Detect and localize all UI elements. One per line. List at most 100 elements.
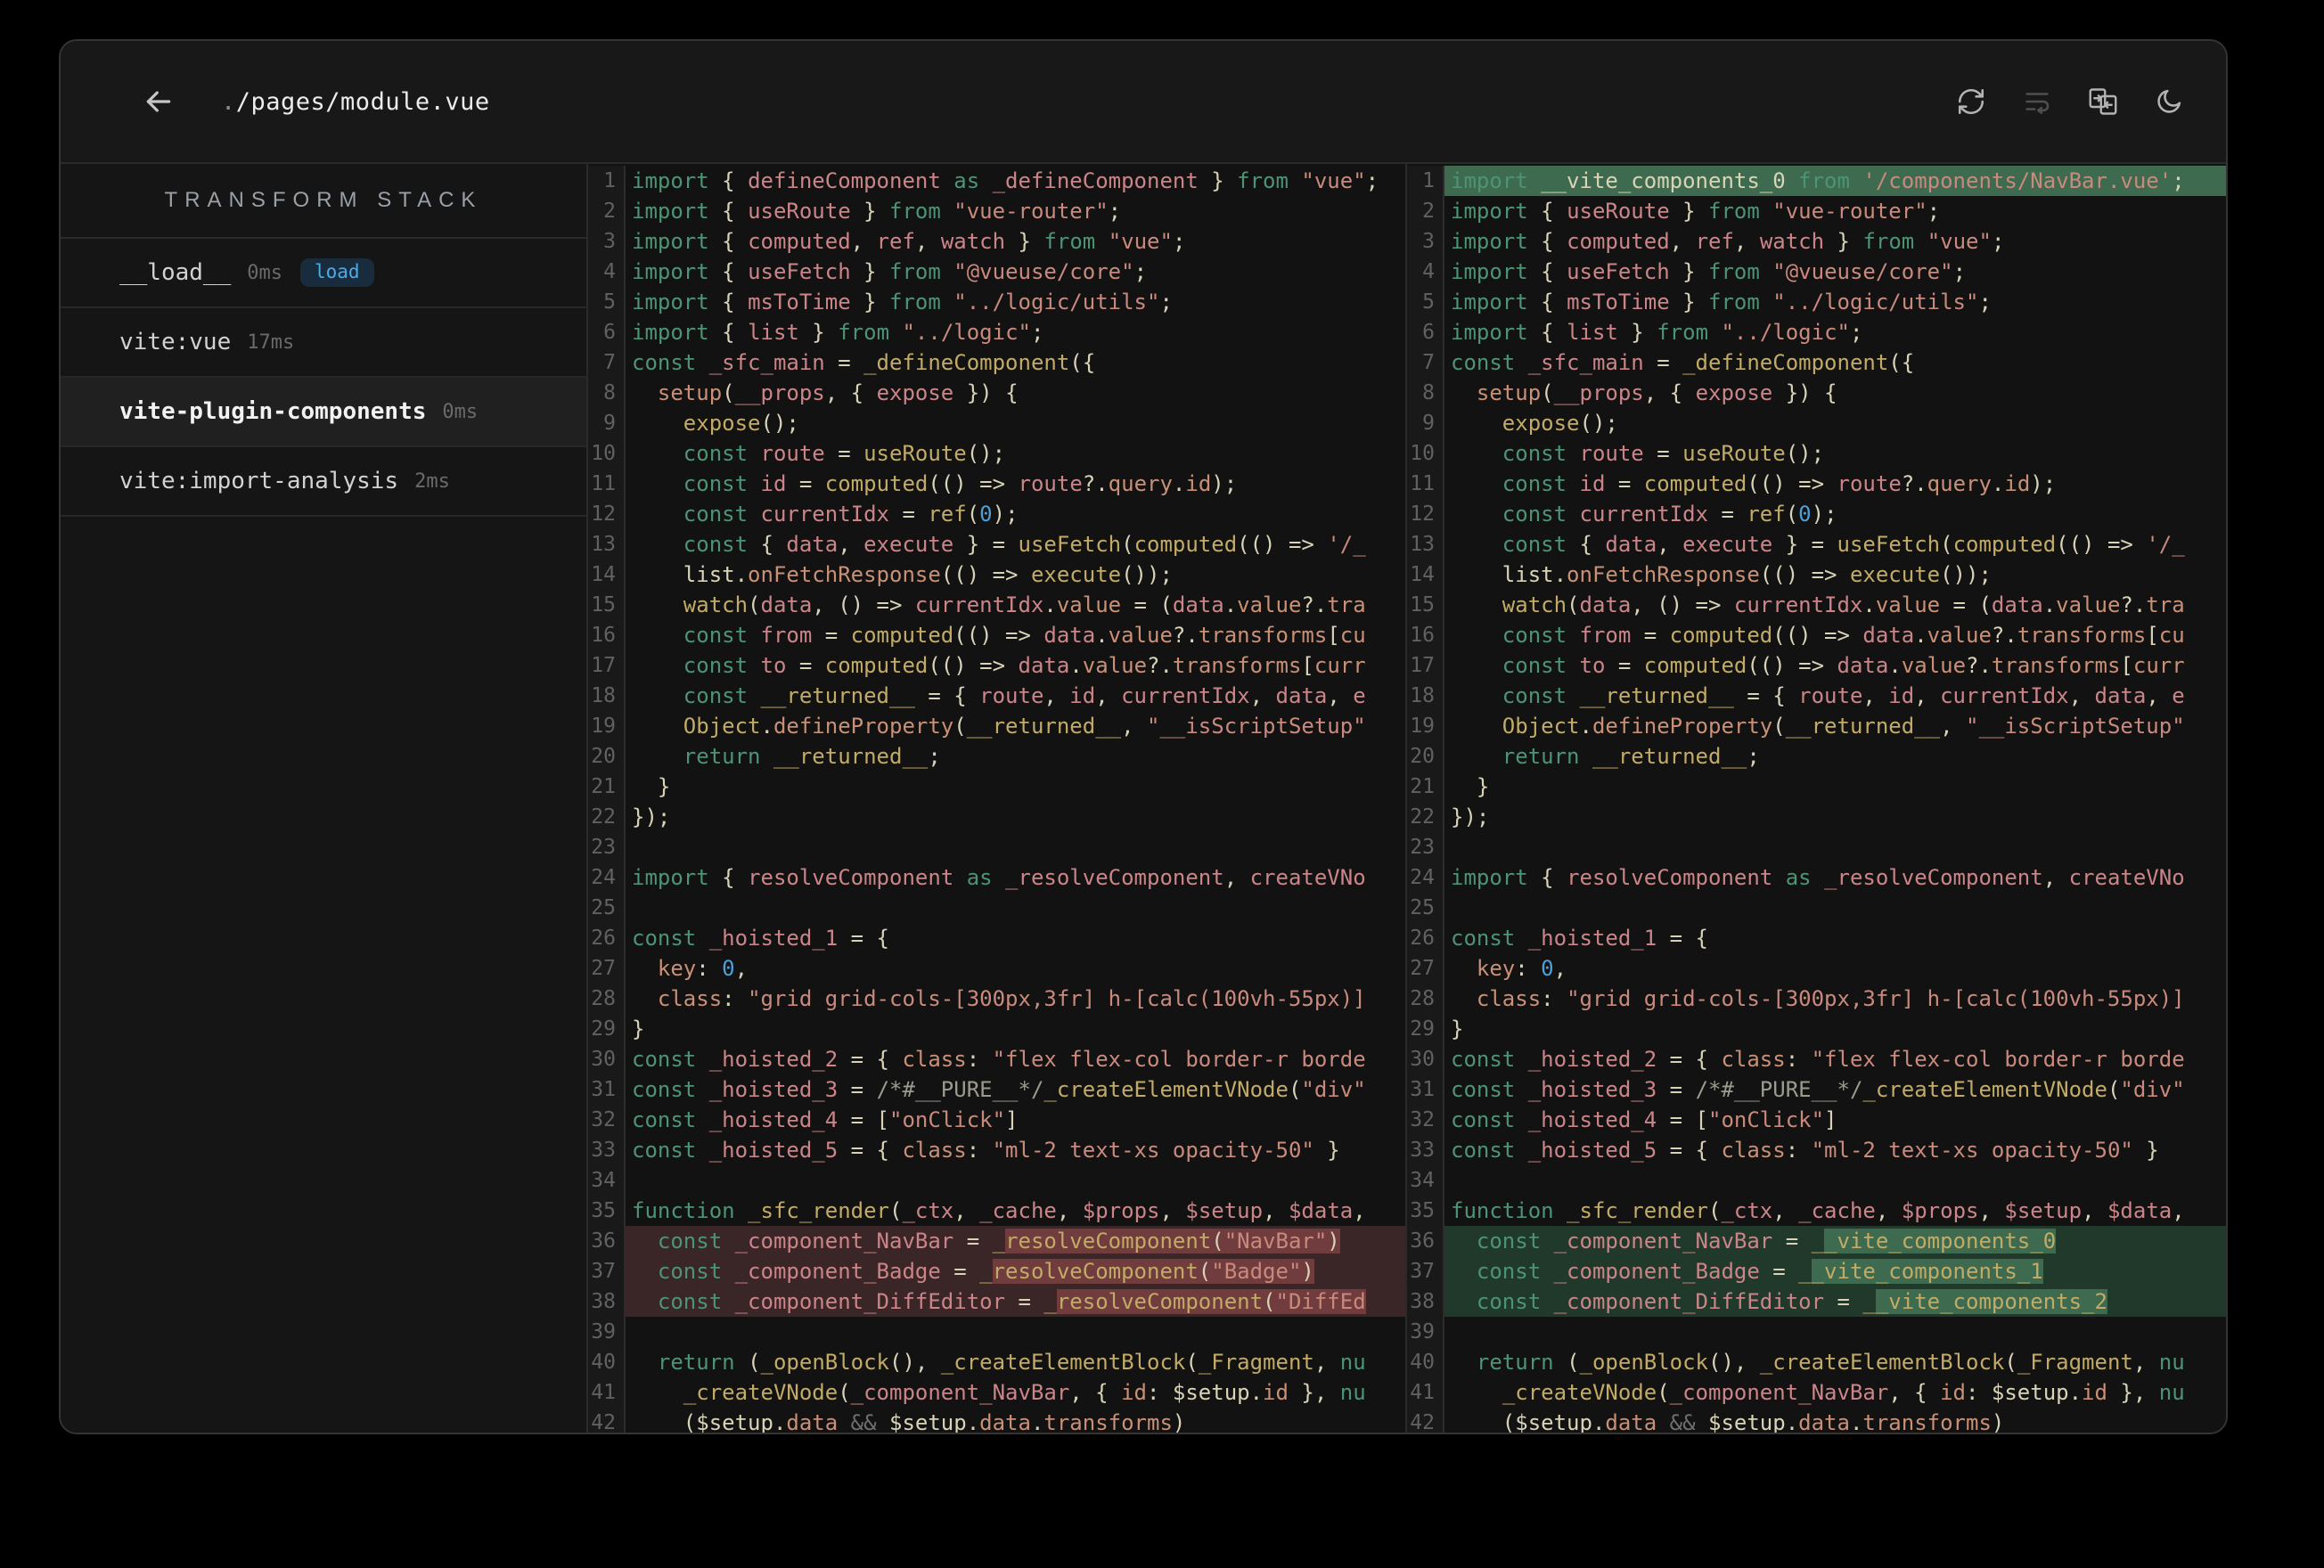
line-number: 38: [1407, 1286, 1444, 1317]
code-line: 26 const _hoisted_1 = {: [1407, 923, 2226, 953]
code-text: }: [1451, 1017, 1464, 1041]
side-by-side-button[interactable]: [2087, 86, 2119, 118]
code-text: const _hoisted_5 = { class: "ml-2 text-x…: [632, 1138, 1340, 1163]
line-number: 40: [1407, 1347, 1444, 1377]
sidebar-item-vite-vue[interactable]: vite:vue 17ms: [61, 308, 586, 378]
diff-add-line: const _component_Badge = __vite_componen…: [1444, 1256, 2226, 1286]
line-number: 5: [1407, 287, 1444, 317]
dark-mode-toggle[interactable]: [2153, 86, 2185, 118]
line-number: 15: [1407, 590, 1444, 620]
diff-add-line: const _component_DiffEditor = __vite_com…: [1444, 1286, 2226, 1317]
code-line: 10 const route = useRoute();: [588, 438, 1405, 469]
code-text: const _hoisted_2 = { class: "flex flex-c…: [632, 1047, 1366, 1072]
compare-panels-icon: [2089, 88, 2117, 115]
code-line: 18 const __returned__ = { route, id, cur…: [1407, 681, 2226, 711]
line-wrap-button[interactable]: [2021, 86, 2053, 118]
code-text: Object.defineProperty(__returned__, "__i…: [683, 714, 1366, 739]
line-number: 34: [1407, 1165, 1444, 1196]
line-number: 32: [588, 1105, 626, 1135]
code-panel-after[interactable]: 1 import __vite_components_0 from '/compo…: [1407, 164, 2226, 1433]
line-number: 24: [1407, 862, 1444, 893]
line-number: 38: [588, 1286, 626, 1317]
refresh-icon: [1958, 88, 1984, 115]
line-number: 21: [588, 772, 626, 802]
line-number: 6: [588, 317, 626, 347]
line-number: 18: [588, 681, 626, 711]
diff-del-line: const _component_Badge = _resolveCompone…: [626, 1256, 1405, 1286]
code-line: 39: [1407, 1317, 2226, 1347]
code-text: }: [1451, 774, 1490, 799]
line-number: 23: [1407, 832, 1444, 862]
code-line: 23: [1407, 832, 2226, 862]
load-badge: load: [299, 258, 374, 287]
line-number: 21: [1407, 772, 1444, 802]
code-line: 20 return __returned__;: [1407, 741, 2226, 772]
code-line: 31 const _hoisted_3 = /*#__PURE__*/_creat…: [588, 1074, 1405, 1105]
code-text: import { useRoute } from "vue-router";: [1451, 199, 1941, 224]
code-panel-before[interactable]: 1 import { defineComponent as _defineComp…: [588, 164, 1407, 1433]
code-line: 30 const _hoisted_2 = { class: "flex flex…: [1407, 1044, 2226, 1074]
line-number: 15: [588, 590, 626, 620]
sidebar-item-vite-import-analysis[interactable]: vite:import-analysis 2ms: [61, 447, 586, 517]
code-line: 17 const to = computed(() => data.value?…: [588, 650, 1405, 681]
code-line: 28 class: "grid grid-cols-[300px,3fr] h-…: [588, 984, 1405, 1014]
code-text: import { defineComponent as _defineCompo…: [632, 168, 1379, 193]
code-line: 11 const id = computed(() => route?.quer…: [588, 469, 1405, 499]
line-number: 27: [1407, 953, 1444, 984]
code-line: 41 _createVNode(_component_NavBar, { id:…: [1407, 1377, 2226, 1408]
line-number: 37: [588, 1256, 626, 1286]
code-text: const _hoisted_4 = ["onClick"]: [632, 1107, 1019, 1132]
code-line: 9 expose();: [1407, 408, 2226, 438]
code-text: const id = computed(() => route?.query.i…: [1502, 471, 2057, 496]
toolbar-icons: [1955, 86, 2185, 118]
back-button[interactable]: [139, 82, 178, 121]
sidebar-item-load[interactable]: __load__ 0ms load: [61, 239, 586, 308]
code-line: 7 const _sfc_main = _defineComponent({: [1407, 347, 2226, 378]
sidebar-item-vite-plugin-components[interactable]: vite-plugin-components 0ms: [61, 378, 586, 447]
code-text: const _sfc_main = _defineComponent({: [1451, 350, 1915, 375]
code-text: setup(__props, { expose }) {: [657, 380, 1019, 405]
line-number: 18: [1407, 681, 1444, 711]
code-line: 22});: [1407, 802, 2226, 832]
code-line: 31 const _hoisted_3 = /*#__PURE__*/_creat…: [1407, 1074, 2226, 1105]
code-text: const _hoisted_1 = {: [632, 926, 889, 951]
code-text: import { resolveComponent as _resolveCom…: [1451, 865, 2185, 890]
code-line: 22});: [588, 802, 1405, 832]
line-number: 3: [588, 226, 626, 257]
line-number: 28: [588, 984, 626, 1014]
code-text: ($setup.data && $setup.data.transforms): [1451, 1410, 2005, 1433]
title-bar: ./pages/module.vue: [61, 41, 2226, 164]
line-number: 36: [588, 1226, 626, 1256]
code-line: 15 watch(data, () => currentIdx.value = …: [1407, 590, 2226, 620]
code-text: setup(__props, { expose }) {: [1476, 380, 1837, 405]
line-number: 10: [588, 438, 626, 469]
code-text: const _hoisted_3 = /*#__PURE__*/_createE…: [632, 1077, 1366, 1102]
code-text: import { useRoute } from "vue-router";: [632, 199, 1122, 224]
code-text: }: [632, 774, 671, 799]
code-text: import { msToTime } from "../logic/utils…: [632, 290, 1173, 314]
line-number: 31: [588, 1074, 626, 1105]
code-text: import { resolveComponent as _resolveCom…: [632, 865, 1366, 890]
line-number: 10: [1407, 438, 1444, 469]
inspector-window: ./pages/module.vue TRANSFORM STACK __loa…: [59, 39, 2228, 1434]
code-text: expose();: [1502, 411, 1618, 436]
code-line: 39: [588, 1317, 1405, 1347]
line-number: 1: [1407, 166, 1444, 196]
code-line: 3 import { computed, ref, watch } from "v…: [1407, 226, 2226, 257]
line-number: 31: [1407, 1074, 1444, 1105]
line-number: 27: [588, 953, 626, 984]
diff-word-highlight: resolveComponent("DiffEd: [1056, 1289, 1366, 1314]
code-text: const _hoisted_5 = { class: "ml-2 text-x…: [1451, 1138, 2159, 1163]
code-line: 34: [588, 1165, 1405, 1196]
refresh-button[interactable]: [1955, 86, 1987, 118]
code-line: 9 expose();: [588, 408, 1405, 438]
code-line: 29}: [1407, 1014, 2226, 1044]
plugin-time: 0ms: [442, 400, 479, 423]
line-number: 29: [588, 1014, 626, 1044]
line-number: 4: [1407, 257, 1444, 287]
